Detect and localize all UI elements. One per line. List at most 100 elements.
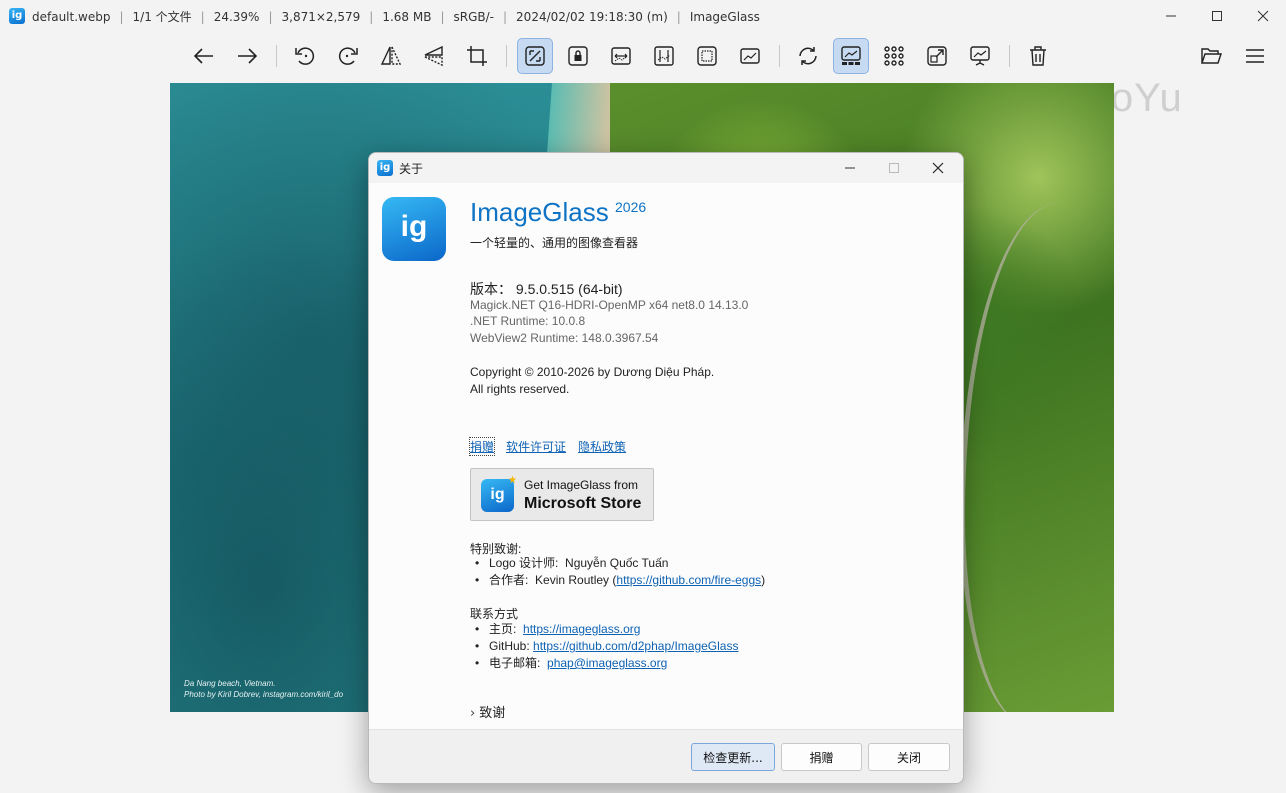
next-image-button[interactable] [229, 38, 265, 74]
contact-heading: 联系方式 [470, 607, 519, 621]
previous-image-button[interactable] [186, 38, 222, 74]
check-update-button[interactable]: 检查更新... [691, 743, 775, 771]
slideshow-icon [970, 46, 990, 66]
privacy-link[interactable]: 隐私政策 [578, 438, 626, 455]
collaborator-link[interactable]: https://github.com/fire-eggs [616, 573, 761, 587]
contact-list: 主页: https://imageglass.org GitHub: https… [470, 621, 738, 672]
close-dialog-button[interactable]: 关闭 [868, 743, 950, 771]
magick-version: Magick.NET Q16-HDRI-OpenMP x64 net8.0 14… [470, 298, 749, 312]
github-link[interactable]: https://github.com/d2phap/ImageGlass [533, 639, 738, 653]
homepage-link[interactable]: https://imageglass.org [523, 622, 640, 636]
open-file-button[interactable] [1193, 38, 1229, 74]
rotate-right-button[interactable] [330, 38, 366, 74]
lock-zoom-button[interactable] [560, 38, 596, 74]
imageglass-app-icon: ig [382, 197, 446, 261]
folder-open-icon [1201, 48, 1222, 64]
close-icon [932, 162, 944, 174]
refresh-button[interactable] [790, 38, 826, 74]
title-separator: | [503, 9, 508, 24]
app-tagline: 一个轻量的、通用的图像查看器 [470, 236, 639, 250]
donate-link[interactable]: 捐赠 [468, 437, 496, 456]
checkerboard-button[interactable] [876, 38, 912, 74]
imageglass-logo-icon: ig [9, 8, 25, 24]
email-link[interactable]: phap@imageglass.org [547, 656, 667, 670]
fullscreen-icon [927, 46, 947, 66]
collaborator-close: ) [761, 573, 766, 587]
minimize-icon [845, 167, 855, 169]
donate-button[interactable]: 捐赠 [781, 743, 862, 771]
scale-to-width-button[interactable] [603, 38, 639, 74]
scale-to-height-button[interactable] [646, 38, 682, 74]
rotate-left-icon [295, 47, 315, 65]
app-year: 2026 [615, 199, 647, 215]
close-window-button[interactable] [1240, 0, 1286, 32]
grid-icon [884, 46, 904, 66]
list-item: GitHub: https://github.com/d2phap/ImageG… [470, 638, 738, 655]
collaborator-label: 合作者: [489, 573, 529, 587]
list-item: 主页: https://imageglass.org [470, 621, 738, 638]
main-menu-button[interactable] [1237, 38, 1273, 74]
list-item: 电子邮箱: phap@imageglass.org [470, 655, 738, 672]
about-dialog: ig 关于 ig ImageGlass 2026 一个轻量的、通用的图像查看器 … [368, 152, 964, 784]
dialog-close-button[interactable] [915, 153, 961, 183]
close-icon [1257, 10, 1269, 22]
flip-vertical-button[interactable] [416, 38, 452, 74]
arrow-right-icon [238, 48, 258, 64]
github-label: GitHub: [489, 639, 530, 653]
acknowledgements-label: 致谢 [479, 706, 506, 721]
dialog-maximize-button [871, 153, 917, 183]
version-value: 9.5.0.515 (64-bit) [515, 281, 623, 297]
store-line1: Get ImageGlass from [524, 478, 639, 492]
chevron-right-icon: › [470, 706, 476, 721]
minimize-icon [1166, 15, 1176, 17]
toolbar-separator [779, 45, 780, 67]
logo-designer-label: Logo 设计师: [489, 556, 559, 570]
flip-vertical-icon [424, 45, 443, 67]
window-titlebar: ig default.webp | 1/1 个文件 | 24.39% | 3,871×2,5… [0, 0, 1286, 32]
delete-button[interactable] [1020, 38, 1056, 74]
license-link[interactable]: 软件许可证 [506, 438, 566, 455]
rotate-right-icon [338, 47, 358, 65]
scale-to-fill-button[interactable] [732, 38, 768, 74]
app-name: ImageGlass [470, 197, 609, 227]
zoom-level: 24.39% [213, 9, 260, 24]
acknowledgements-expander[interactable]: › 致谢 [470, 702, 505, 721]
flip-horizontal-icon [380, 46, 402, 65]
dotnet-version: .NET Runtime: 10.0.8 [470, 314, 586, 328]
slideshow-button[interactable] [962, 38, 998, 74]
scale-fit-icon [697, 46, 717, 66]
maximize-icon [889, 163, 899, 173]
image-dimensions: 3,871×2,579 [281, 9, 361, 24]
scale-width-icon [611, 47, 631, 65]
scale-height-icon [654, 46, 674, 66]
toolbar-separator [506, 45, 507, 67]
lock-zoom-icon [568, 46, 588, 66]
minimize-button[interactable] [1148, 0, 1194, 32]
title-separator: | [268, 9, 273, 24]
scale-fill-icon [740, 48, 760, 64]
list-item: Logo 设计师: Nguyễn Quốc Tuấn [470, 555, 765, 572]
crop-button[interactable] [459, 38, 495, 74]
dialog-body: ig ImageGlass 2026 一个轻量的、通用的图像查看器 版本： 9.… [369, 183, 963, 729]
window-title: default.webp | 1/1 个文件 | 24.39% | 3,871×2,579 |… [32, 8, 760, 25]
dialog-footer: 检查更新... 捐赠 关闭 [369, 729, 963, 783]
scale-to-fit-button[interactable] [689, 38, 725, 74]
maximize-button[interactable] [1194, 0, 1240, 32]
auto-zoom-icon [525, 46, 545, 66]
imageglass-logo-icon: ig [377, 160, 393, 176]
flip-horizontal-button[interactable] [373, 38, 409, 74]
arrow-left-icon [193, 48, 213, 64]
dialog-minimize-button[interactable] [827, 153, 873, 183]
app-title: ImageGlass [689, 9, 760, 24]
caption-location: Da Nang beach, Vietnam. [184, 679, 276, 688]
rotate-left-button[interactable] [287, 38, 323, 74]
file-count: 1/1 个文件 [132, 9, 192, 24]
microsoft-store-button[interactable]: ig ★ Get ImageGlass from Microsoft Store [470, 468, 654, 521]
homepage-label: 主页: [489, 622, 517, 636]
crop-icon [467, 46, 487, 66]
toggle-gallery-button[interactable] [833, 38, 869, 74]
color-profile: sRGB/- [453, 9, 495, 24]
auto-zoom-button[interactable] [517, 38, 553, 74]
fullscreen-button[interactable] [919, 38, 955, 74]
toolbar-separator [276, 45, 277, 67]
